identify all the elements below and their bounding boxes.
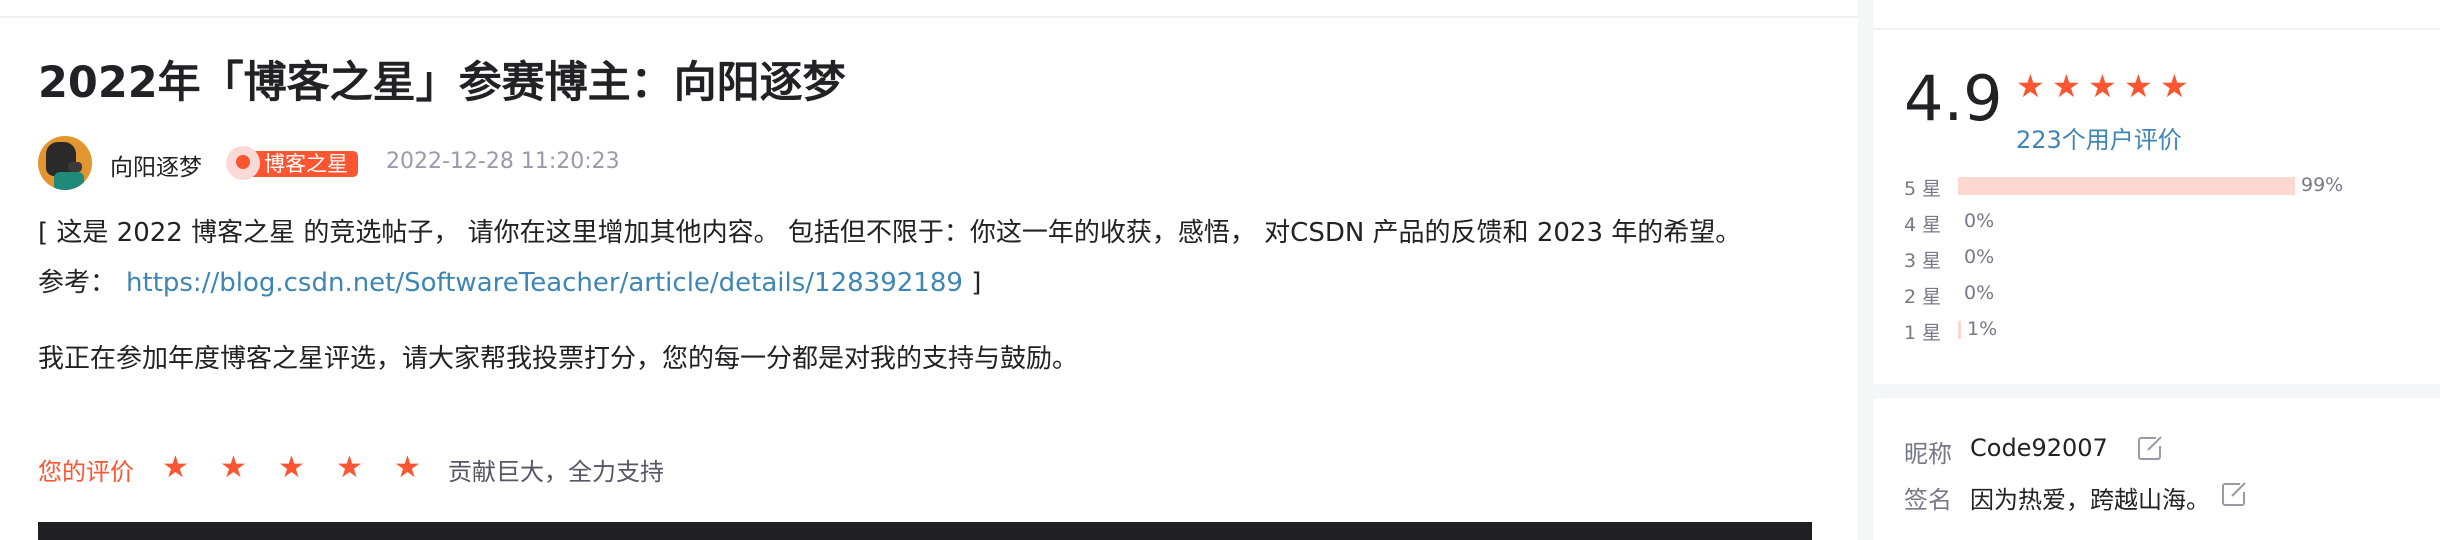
edit-icon[interactable] bbox=[2220, 480, 2248, 508]
reference-line: 参考： https://blog.csdn.net/SoftwareTeacher… bbox=[38, 262, 981, 299]
distribution-row: 1 星 1% bbox=[1904, 316, 2424, 344]
author-name[interactable]: 向阳逐梦 bbox=[110, 148, 202, 182]
distribution-label: 2 星 bbox=[1904, 286, 1942, 308]
distribution-bar bbox=[1958, 285, 2298, 303]
reference-label: 参考： bbox=[38, 268, 117, 298]
distribution-row: 4 星 0% bbox=[1904, 208, 2424, 236]
distribution-label: 4 星 bbox=[1904, 214, 1942, 236]
star-icon: ★ bbox=[2088, 67, 2117, 105]
distribution-percent: 1% bbox=[1967, 318, 1998, 340]
distribution-percent: 0% bbox=[1964, 282, 1995, 304]
medal-icon bbox=[226, 146, 260, 180]
page-title: 2022年「博客之星」参赛博主：向阳逐梦 bbox=[38, 58, 846, 108]
distribution-bar bbox=[1958, 213, 2298, 231]
distribution-bar bbox=[1958, 249, 2298, 267]
distribution-percent: 0% bbox=[1964, 210, 1995, 232]
my-rating-label: 您的评价 bbox=[38, 458, 134, 486]
star-icon[interactable]: ★ bbox=[162, 450, 189, 486]
star-icon[interactable]: ★ bbox=[220, 450, 247, 486]
star-icon[interactable]: ★ bbox=[336, 450, 363, 486]
rating-summary-card: 4.9 ★ ★ ★ ★ ★ 223个用户评价 5 星 99% 4 星 0% 3 … bbox=[1874, 0, 2440, 384]
banner-image bbox=[38, 522, 1812, 540]
star-icon: ★ bbox=[2016, 67, 2045, 105]
divider bbox=[1874, 28, 2440, 30]
divider bbox=[0, 16, 1858, 18]
nickname-row: 昵称 Code92007 bbox=[1904, 432, 2424, 468]
distribution-label: 5 星 bbox=[1904, 178, 1942, 200]
distribution-bar bbox=[1958, 321, 2298, 339]
avatar[interactable] bbox=[38, 136, 92, 190]
profile-card: 昵称 Code92007 签名 因为热爱，跨越山海。 bbox=[1874, 398, 2440, 540]
post-date: 2022-12-28 11:20:23 bbox=[386, 149, 620, 174]
nickname-label: 昵称 bbox=[1904, 440, 1952, 468]
edit-icon[interactable] bbox=[2136, 434, 2164, 462]
distribution-bar bbox=[1958, 177, 2298, 195]
blog-star-badge[interactable]: 博客之星 bbox=[226, 146, 398, 180]
distribution-row: 2 星 0% bbox=[1904, 280, 2424, 308]
my-rating-row: 您的评价 ★ ★ ★ ★ ★ 贡献巨大，全力支持 bbox=[38, 450, 938, 486]
my-rating-comment: 贡献巨大，全力支持 bbox=[448, 458, 664, 486]
reference-link[interactable]: https://blog.csdn.net/SoftwareTeacher/ar… bbox=[126, 268, 963, 298]
distribution-label: 3 星 bbox=[1904, 250, 1942, 272]
post-paragraph-vote: 我正在参加年度博客之星评选，请大家帮我投票打分，您的每一分都是对我的支持与鼓励。 bbox=[38, 344, 1079, 374]
average-score: 4.9 bbox=[1904, 62, 2003, 135]
signature-label: 签名 bbox=[1904, 486, 1952, 514]
reference-suffix: ] bbox=[971, 268, 982, 298]
distribution-row: 5 星 99% bbox=[1904, 172, 2424, 200]
distribution-label: 1 星 bbox=[1904, 322, 1942, 344]
distribution-percent: 99% bbox=[2301, 174, 2344, 196]
star-icon[interactable]: ★ bbox=[278, 450, 305, 486]
nickname-value: Code92007 bbox=[1970, 434, 2108, 462]
distribution-row: 3 星 0% bbox=[1904, 244, 2424, 272]
star-icon: ★ bbox=[2052, 67, 2081, 105]
star-icon[interactable]: ★ bbox=[394, 450, 421, 486]
signature-row: 签名 因为热爱，跨越山海。 bbox=[1904, 478, 2424, 514]
star-icon: ★ bbox=[2160, 67, 2189, 105]
signature-value: 因为热爱，跨越山海。 bbox=[1970, 486, 2210, 514]
star-icon: ★ bbox=[2124, 67, 2153, 105]
post-panel: 2022年「博客之星」参赛博主：向阳逐梦 向阳逐梦 博客之星 2022-12-2… bbox=[0, 0, 1858, 540]
author-row: 向阳逐梦 博客之星 2022-12-28 11:20:23 bbox=[38, 136, 838, 190]
badge-label: 博客之星 bbox=[252, 151, 358, 177]
distribution-percent: 0% bbox=[1964, 246, 1995, 268]
post-paragraph: [ 这是 2022 博客之星 的竞选帖子， 请你在这里增加其他内容。 包括但不限… bbox=[38, 218, 1742, 248]
review-count-link[interactable]: 223个用户评价 bbox=[2016, 120, 2182, 155]
